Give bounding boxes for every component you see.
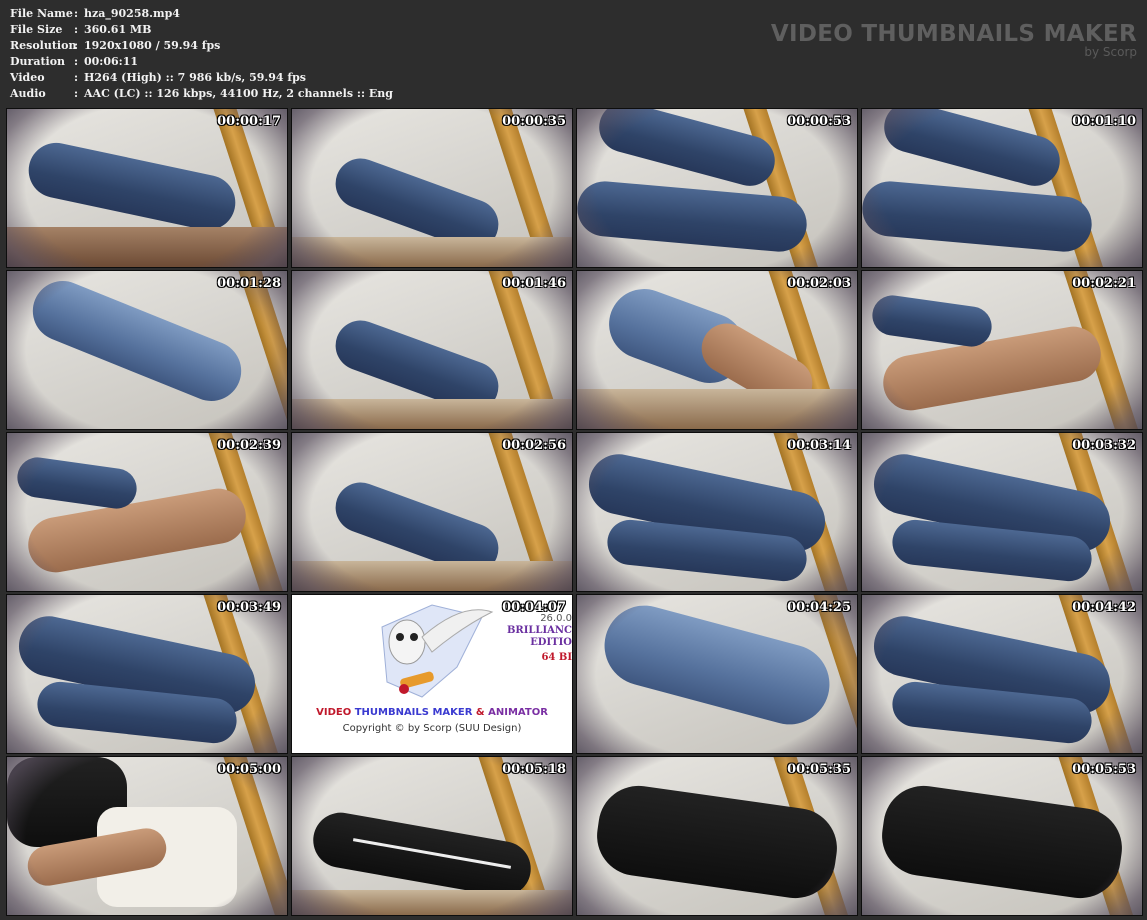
thumbnail-frame: 00:05:00 (6, 756, 288, 916)
thumbnail-timestamp: 00:05:35 (787, 762, 851, 777)
info-value: H264 (High) :: 7 986 kb/s, 59.94 fps (84, 71, 306, 84)
edition-label: EDITIO (530, 637, 572, 648)
thumbnail-timestamp: 00:04:25 (787, 600, 851, 615)
app-name-part: ANIMATOR (488, 707, 548, 718)
thumbnail-timestamp: 00:02:39 (217, 438, 281, 453)
video-frame-image (862, 433, 1142, 591)
video-frame-image (862, 271, 1142, 429)
thumbnail-timestamp: 00:00:35 (502, 114, 566, 129)
thumbnail-frame: 00:02:56 (291, 432, 573, 592)
info-value: AAC (LC) :: 126 kbps, 44100 Hz, 2 channe… (84, 87, 393, 100)
info-row-video: Video : H264 (High) :: 7 986 kb/s, 59.94… (10, 70, 393, 86)
video-frame-image (7, 757, 287, 915)
info-key: Resolution (10, 39, 77, 52)
video-frame-image (862, 595, 1142, 753)
thumbnail-frame: 00:05:35 (576, 756, 858, 916)
thumbnail-frame: 00:01:10 (861, 108, 1143, 268)
info-row-file-size: File Size : 360.61 MB (10, 22, 393, 38)
video-frame-image (7, 271, 287, 429)
thumbnail-timestamp: 00:04:42 (1072, 600, 1136, 615)
thumbnail-timestamp: 00:04:07 (502, 600, 566, 615)
thumbnail-timestamp: 00:01:28 (217, 276, 281, 291)
file-info-panel: File Name : hza_90258.mp4 File Size : 36… (10, 6, 393, 102)
thumbnail-frame: 00:02:21 (861, 270, 1143, 430)
thumbnail-frame: 00:01:28 (6, 270, 288, 430)
thumbnail-timestamp: 00:05:53 (1072, 762, 1136, 777)
thumbnail-timestamp: 00:00:17 (217, 114, 281, 129)
info-value: 1920x1080 / 59.94 fps (84, 39, 221, 52)
thumbnail-timestamp: 00:02:21 (1072, 276, 1136, 291)
thumbnail-frame: 00:00:53 (576, 108, 858, 268)
thumbnail-timestamp: 00:02:56 (502, 438, 566, 453)
thumbnail-frame: 00:02:39 (6, 432, 288, 592)
info-row-duration: Duration : 00:06:11 (10, 54, 393, 70)
thumbnail-timestamp: 00:00:53 (787, 114, 851, 129)
video-frame-image (292, 109, 572, 267)
thumbnail-frame: 26.0.0 BRILLIANC EDITIO 64 BI VIDEO THUMBNAI… (291, 594, 573, 754)
video-frame-image (292, 433, 572, 591)
edition-label: BRILLIANC (506, 625, 572, 636)
info-key: Duration (10, 55, 66, 68)
video-frame-image (292, 271, 572, 429)
info-row-resolution: Resolution : 1920x1080 / 59.94 fps (10, 38, 393, 54)
video-frame-image (577, 595, 857, 753)
video-frame-image (7, 109, 287, 267)
thumbnail-frame: 00:04:25 (576, 594, 858, 754)
info-value: 360.61 MB (84, 23, 152, 36)
info-separator: : (74, 7, 79, 20)
video-frame-image (577, 271, 857, 429)
thumbnail-timestamp: 00:03:32 (1072, 438, 1136, 453)
info-row-file-name: File Name : hza_90258.mp4 (10, 6, 393, 22)
info-row-audio: Audio : AAC (LC) :: 126 kbps, 44100 Hz, … (10, 86, 393, 102)
info-key: File Size (10, 23, 63, 36)
video-frame-image (577, 109, 857, 267)
thumbnail-frame: 00:01:46 (291, 270, 573, 430)
video-frame-image (862, 757, 1142, 915)
thumbnail-frame: 00:00:17 (6, 108, 288, 268)
info-key: Video (10, 71, 45, 84)
video-frame-image (7, 433, 287, 591)
info-separator: : (74, 23, 79, 36)
thumbnail-frame: 00:03:14 (576, 432, 858, 592)
thumbnail-timestamp: 00:05:00 (217, 762, 281, 777)
thumbnail-frame: 00:04:42 (861, 594, 1143, 754)
copyright-text: Copyright © by Scorp (SUU Design) (342, 723, 522, 734)
info-separator: : (74, 87, 79, 100)
app-name-part: & (472, 707, 489, 718)
video-frame-image (7, 595, 287, 753)
bitness-label: 64 BI (541, 652, 572, 663)
info-separator: : (74, 71, 79, 84)
info-key: File Name (10, 7, 73, 20)
thumbnail-timestamp: 00:02:03 (787, 276, 851, 291)
thumbnail-frame: 00:03:32 (861, 432, 1143, 592)
thumbnail-timestamp: 00:01:10 (1072, 114, 1136, 129)
thumbnail-timestamp: 00:05:18 (502, 762, 566, 777)
thumbnail-frame: 00:05:18 (291, 756, 573, 916)
app-name: VIDEO THUMBNAILS MAKER & ANIMATOR (292, 707, 572, 718)
info-value: 00:06:11 (84, 55, 139, 68)
info-separator: : (74, 55, 79, 68)
thumbnail-frame: 00:02:03 (576, 270, 858, 430)
thumbnail-frame: 00:05:53 (861, 756, 1143, 916)
thumbnail-grid: 00:00:17 00:00:35 00:00:53 00:01:10 00:01:28… (6, 108, 1143, 918)
video-frame-image (862, 109, 1142, 267)
info-value: hza_90258.mp4 (84, 7, 180, 20)
app-logo-frame: 26.0.0 BRILLIANC EDITIO 64 BI VIDEO THUMBNAI… (292, 595, 572, 753)
thumbnail-frame: 00:03:49 (6, 594, 288, 754)
video-frame-image (292, 757, 572, 915)
brand-watermark: VIDEO THUMBNAILS MAKER by Scorp (771, 20, 1137, 58)
info-separator: : (74, 39, 79, 52)
app-name-part: VIDEO (316, 707, 355, 718)
thumbnail-frame: 00:00:35 (291, 108, 573, 268)
thumbnail-timestamp: 00:01:46 (502, 276, 566, 291)
owl-logo-icon (381, 604, 494, 698)
video-frame-image (577, 757, 857, 915)
thumbnail-timestamp: 00:03:14 (787, 438, 851, 453)
brand-title: VIDEO THUMBNAILS MAKER (770, 21, 1137, 47)
video-frame-image (577, 433, 857, 591)
info-key: Audio (10, 87, 46, 100)
app-name-part: THUMBNAILS MAKER (354, 707, 473, 718)
thumbnail-timestamp: 00:03:49 (217, 600, 281, 615)
